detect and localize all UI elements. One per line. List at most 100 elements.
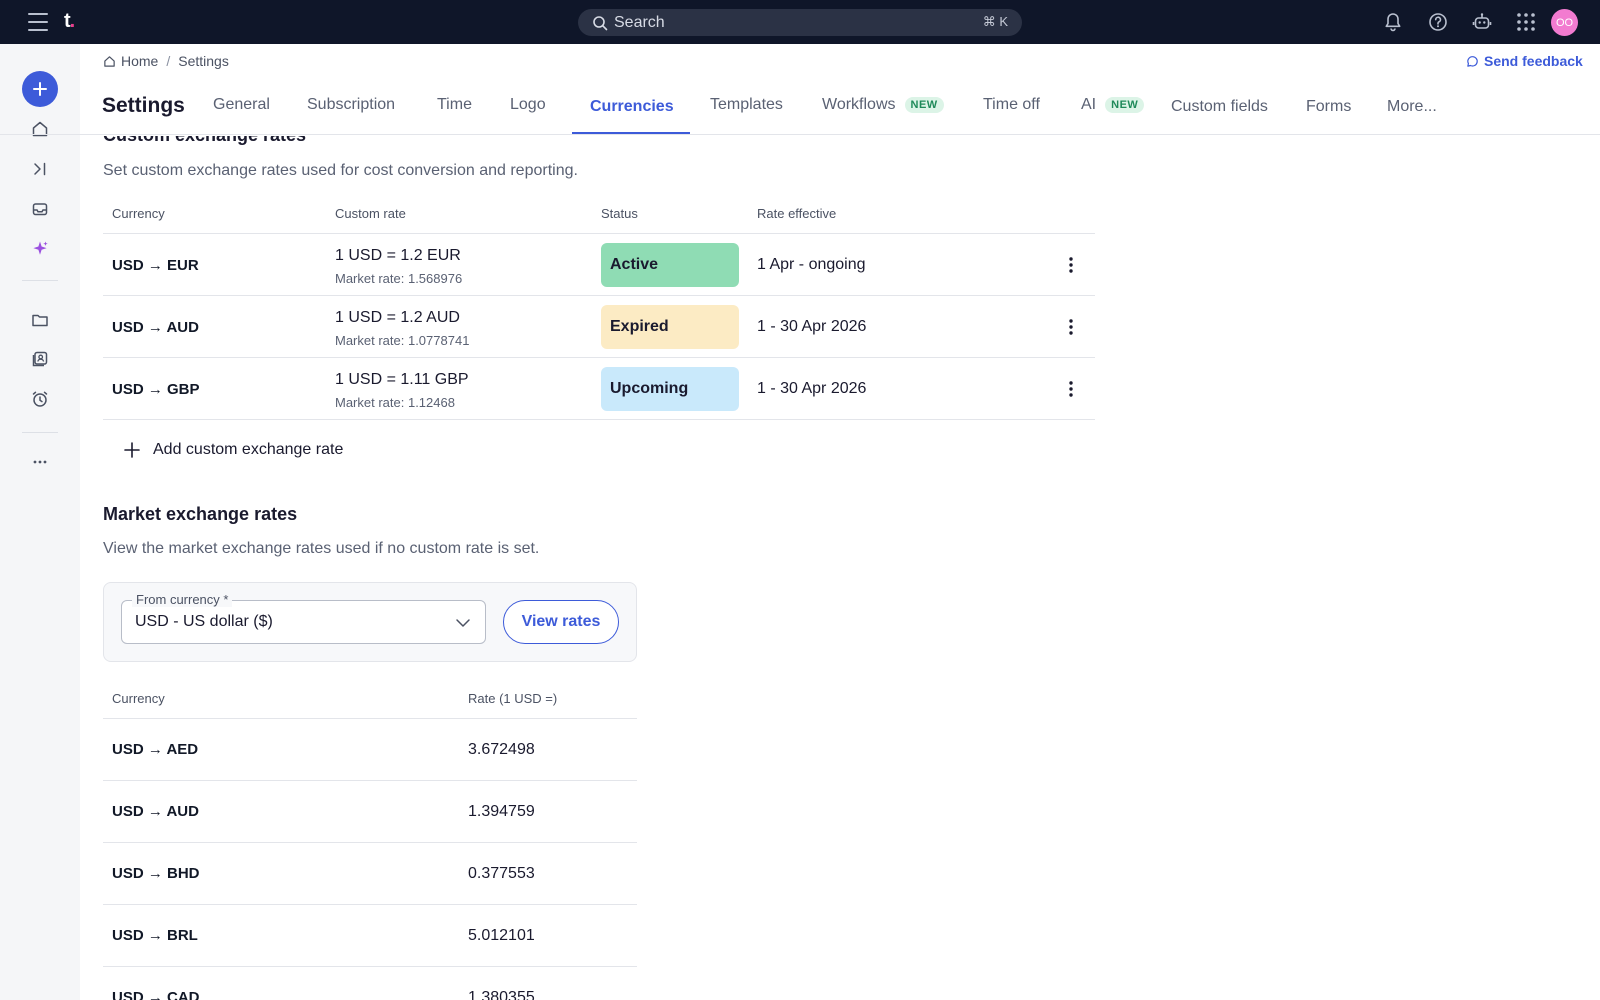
top-bar: t. Search ⌘ K OO	[0, 0, 1600, 44]
alarm-clock-icon[interactable]	[30, 389, 50, 409]
market-rates-description: View the market exchange rates used if n…	[103, 540, 540, 557]
rail-divider	[22, 432, 58, 433]
expand-sidebar-icon[interactable]	[30, 159, 50, 179]
main-content: Custom exchange rates Set custom exchang…	[80, 136, 1600, 1000]
tab-label: Logo	[510, 96, 546, 113]
tab-custom-fields[interactable]: Custom fields	[1171, 98, 1268, 116]
tab-label: More...	[1387, 98, 1437, 115]
custom-row-market-rate: Market rate: 1.12468	[335, 395, 455, 410]
custom-row-market-rate: Market rate: 1.568976	[335, 271, 463, 286]
tab-forms[interactable]: Forms	[1306, 98, 1351, 116]
custom-row-effective: 1 Apr - ongoing	[757, 256, 866, 273]
more-icon[interactable]	[30, 452, 50, 472]
currency-filter-panel: From currency * USD - US dollar ($) View…	[103, 582, 637, 662]
tab-general[interactable]: General	[213, 96, 270, 114]
new-badge: NEW	[1105, 97, 1145, 113]
tab-label: General	[213, 96, 270, 113]
row-divider	[103, 233, 1095, 234]
market-row-rate: 1.380355	[468, 989, 535, 1000]
tab-logo[interactable]: Logo	[510, 96, 546, 114]
inbox-icon[interactable]	[30, 199, 50, 219]
add-custom-rate-button[interactable]: Add custom exchange rate	[123, 441, 343, 459]
apps-grid-icon[interactable]	[1515, 11, 1537, 33]
row-divider	[103, 295, 1095, 296]
page-title: Settings	[102, 94, 185, 117]
chat-bubble-icon	[1467, 55, 1478, 67]
kebab-menu-icon[interactable]	[1062, 317, 1080, 337]
market-row-rate: 5.012101	[468, 927, 535, 944]
folder-icon[interactable]	[30, 310, 50, 330]
settings-tabs: Settings General Subscription Time Logo …	[0, 84, 1600, 135]
tab-label: Forms	[1306, 98, 1352, 115]
custom-rates-description: Set custom exchange rates used for cost …	[103, 162, 578, 179]
plus-icon	[124, 442, 140, 458]
row-divider	[103, 718, 637, 719]
row-divider	[103, 780, 637, 781]
market-row-pair: USD → AED	[112, 741, 199, 758]
bell-icon[interactable]	[1382, 11, 1404, 33]
custom-row-rate: 1 USD = 1.2 EUR	[335, 247, 461, 264]
home-icon	[104, 55, 115, 67]
active-tab-indicator	[572, 132, 690, 134]
row-divider	[103, 842, 637, 843]
robot-icon[interactable]	[1471, 11, 1493, 33]
search-icon	[593, 15, 608, 30]
kebab-menu-icon[interactable]	[1062, 255, 1080, 275]
breadcrumb-home[interactable]: Home	[121, 53, 158, 69]
breadcrumb: Home / Settings	[103, 53, 229, 69]
tab-workflows[interactable]: Workflows NEW	[822, 96, 944, 114]
add-custom-rate-label: Add custom exchange rate	[153, 441, 344, 458]
tab-label: Custom fields	[1171, 98, 1268, 115]
custom-row-effective: 1 - 30 Apr 2026	[757, 380, 867, 397]
row-divider	[103, 357, 1095, 358]
tab-label: Currencies	[590, 98, 674, 115]
send-feedback-label: Send feedback	[1484, 53, 1583, 69]
app-logo[interactable]: t.	[64, 10, 75, 33]
custom-rates-title: Custom exchange rates	[103, 136, 306, 146]
tab-time[interactable]: Time	[437, 96, 472, 114]
custom-row-pair: USD → EUR	[112, 257, 199, 274]
breadcrumb-separator: /	[166, 53, 171, 69]
tab-currencies[interactable]: Currencies	[590, 98, 674, 116]
search-shortcut: ⌘ K	[982, 14, 1008, 29]
search-bar[interactable]: Search ⌘ K	[578, 9, 1022, 36]
from-currency-label: From currency *	[132, 592, 233, 607]
rail-divider	[22, 280, 58, 281]
tab-label: Time off	[983, 96, 1040, 113]
market-row-rate: 3.672498	[468, 741, 535, 758]
row-divider	[103, 966, 637, 967]
market-row-rate: 1.394759	[468, 803, 535, 820]
user-avatar[interactable]: OO	[1551, 9, 1578, 36]
from-currency-select[interactable]: From currency * USD - US dollar ($)	[121, 592, 486, 644]
col-header-rate-effective: Rate effective	[757, 206, 837, 221]
status-badge: Active	[601, 243, 739, 287]
tab-label: Time	[437, 96, 472, 113]
tab-templates[interactable]: Templates	[710, 96, 783, 114]
custom-row-rate: 1 USD = 1.11 GBP	[335, 371, 469, 388]
custom-row-pair: USD → GBP	[112, 381, 200, 398]
col-header-status: Status	[601, 206, 638, 221]
market-row-pair: USD → BHD	[112, 865, 200, 882]
tab-time-off[interactable]: Time off	[983, 96, 1040, 114]
market-row-pair: USD → BRL	[112, 927, 198, 944]
kebab-menu-icon[interactable]	[1062, 379, 1080, 399]
market-row-pair: USD → AUD	[112, 803, 199, 820]
market-row-pair: USD → CAD	[112, 989, 200, 1000]
col-header-custom-rate: Custom rate	[335, 206, 406, 221]
view-rates-button[interactable]: View rates	[503, 600, 619, 644]
help-icon[interactable]	[1427, 11, 1449, 33]
contacts-icon[interactable]	[30, 349, 50, 369]
tab-ai[interactable]: AI NEW	[1081, 96, 1145, 114]
from-currency-value: USD - US dollar ($)	[135, 613, 273, 630]
tab-subscription[interactable]: Subscription	[307, 96, 395, 114]
search-placeholder: Search	[614, 13, 665, 31]
breadcrumb-current: Settings	[178, 53, 229, 69]
chevron-down-icon	[456, 619, 470, 627]
custom-row-pair: USD → AUD	[112, 319, 199, 336]
logo-dot: .	[69, 10, 75, 32]
menu-icon[interactable]	[28, 13, 48, 31]
tab-more[interactable]: More...	[1387, 98, 1437, 116]
send-feedback-link[interactable]: Send feedback	[1466, 53, 1583, 69]
status-badge: Expired	[601, 305, 739, 349]
ai-sparkle-icon[interactable]	[30, 239, 50, 259]
